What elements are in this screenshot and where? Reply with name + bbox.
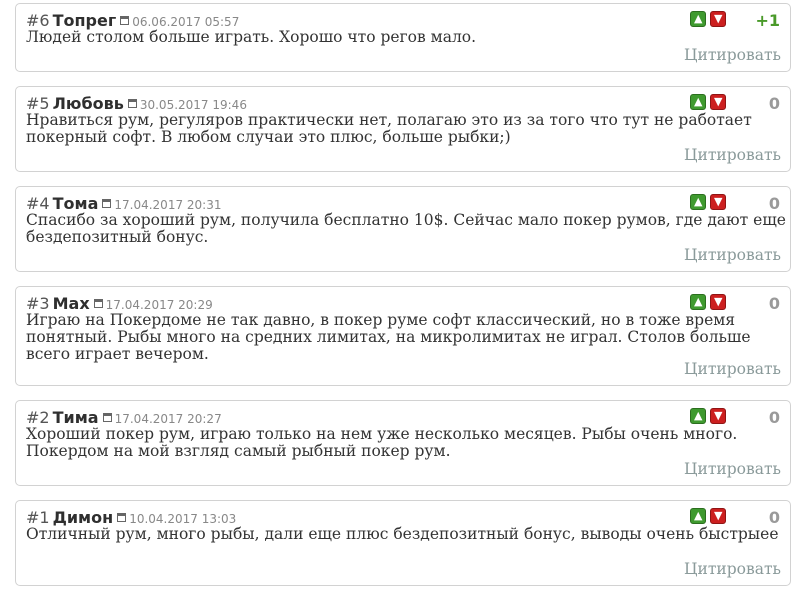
calendar-icon: [102, 199, 112, 208]
vote-buttons: ▲ ▼: [686, 408, 726, 426]
thumbs-up-icon[interactable]: ▲: [690, 194, 706, 210]
calendar-icon: [127, 99, 137, 108]
comment-text: Отличный рум, много рыбы, дали еще плюс …: [26, 525, 779, 543]
thumbs-down-icon[interactable]: ▼: [710, 408, 726, 424]
comment-item: #1 Димон 10.04.2017 13:03 ▲ ▼ 0 Отличный ру…: [15, 500, 791, 586]
quote-link[interactable]: Цитировать: [684, 46, 781, 64]
thumbs-down-icon[interactable]: ▼: [710, 294, 726, 310]
thumbs-down-icon[interactable]: ▼: [710, 11, 726, 27]
thumbs-down-icon[interactable]: ▼: [710, 194, 726, 210]
comment-date: 17.04.2017 20:29: [105, 298, 213, 312]
comment-score: 0: [768, 408, 780, 427]
calendar-icon: [102, 413, 112, 422]
comment-score: 0: [768, 94, 780, 113]
thumbs-up-icon[interactable]: ▲: [690, 11, 706, 27]
comment-text: Спасибо за хороший рум, получила бесплат…: [26, 211, 786, 246]
calendar-icon: [93, 299, 103, 308]
comment-date: 06.06.2017 05:57: [132, 15, 240, 29]
comment-item: #5 Любовь 30.05.2017 19:46 ▲ ▼ 0 Нравиться …: [15, 86, 791, 172]
comment-text: Нравиться рум, регуляров практически нет…: [26, 111, 752, 146]
comment-item: #4 Тома 17.04.2017 20:31 ▲ ▼ 0 Спасибо за х…: [15, 186, 791, 272]
comment-date: 10.04.2017 13:03: [129, 512, 237, 526]
thumbs-down-icon[interactable]: ▼: [710, 508, 726, 524]
comment-text: Играю на Покердоме не так давно, в покер…: [26, 311, 751, 363]
comment-item: #6 Топрег 06.06.2017 05:57 ▲ ▼ +1 Людей сто…: [15, 3, 791, 72]
comment-date: 30.05.2017 19:46: [139, 98, 247, 112]
comment-score: +1: [755, 11, 780, 30]
quote-link[interactable]: Цитировать: [684, 360, 781, 378]
comment-text: Людей столом больше играть. Хорошо что р…: [26, 28, 477, 46]
quote-link[interactable]: Цитировать: [684, 146, 781, 164]
calendar-icon: [117, 513, 127, 522]
comment-item: #2 Тима 17.04.2017 20:27 ▲ ▼ 0 Хороший поке…: [15, 400, 791, 486]
comment-text: Хороший покер рум, играю только на нем у…: [26, 425, 738, 460]
comment-date: 17.04.2017 20:27: [114, 412, 222, 426]
comment-item: #3 Max 17.04.2017 20:29 ▲ ▼ 0 Играю на Поке…: [15, 286, 791, 386]
calendar-icon: [120, 16, 130, 25]
thumbs-up-icon[interactable]: ▲: [690, 508, 706, 524]
vote-buttons: ▲ ▼: [686, 194, 726, 212]
comment-score: 0: [768, 294, 780, 313]
quote-link[interactable]: Цитировать: [684, 560, 781, 578]
vote-buttons: ▲ ▼: [686, 294, 726, 312]
comment-date: 17.04.2017 20:31: [114, 198, 222, 212]
thumbs-up-icon[interactable]: ▲: [690, 94, 706, 110]
vote-buttons: ▲ ▼: [686, 11, 726, 29]
thumbs-up-icon[interactable]: ▲: [690, 294, 706, 310]
quote-link[interactable]: Цитировать: [684, 460, 781, 478]
vote-buttons: ▲ ▼: [686, 94, 726, 112]
quote-link[interactable]: Цитировать: [684, 246, 781, 264]
thumbs-down-icon[interactable]: ▼: [710, 94, 726, 110]
vote-buttons: ▲ ▼: [686, 508, 726, 526]
thumbs-up-icon[interactable]: ▲: [690, 408, 706, 424]
